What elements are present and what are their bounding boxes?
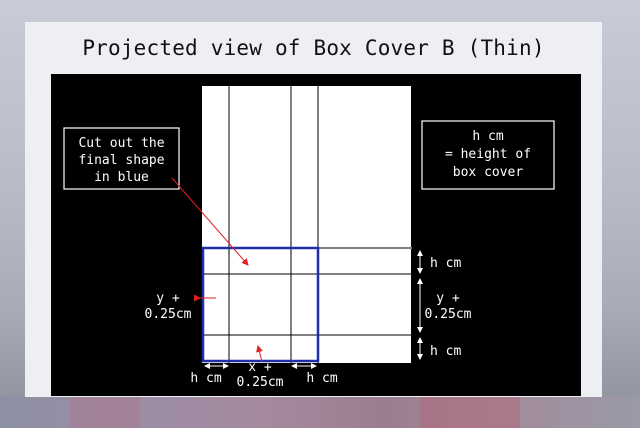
legend-line-1: h cm	[472, 129, 503, 144]
dim-right-middle-label-2: 0.25cm	[425, 307, 472, 322]
legend-line-3: box cover	[453, 165, 524, 180]
callout-line-3: in blue	[94, 170, 149, 185]
dim-right-top-label: h cm	[430, 256, 461, 271]
dim-right-bottom-label: h cm	[430, 344, 461, 359]
legend-line-2: = height of	[445, 147, 531, 162]
dim-bottom-right-label: h cm	[306, 371, 337, 386]
dim-center-bottom-label-2: 0.25cm	[237, 375, 284, 390]
dim-bottom-left-label: h cm	[190, 371, 221, 386]
dim-left-middle-label-2: 0.25cm	[145, 307, 192, 322]
callout-line-1: Cut out the	[78, 136, 164, 151]
diagram: Cut out the final shape in blue h cm = h…	[51, 74, 581, 396]
dim-left-middle-label-1: y +	[156, 291, 180, 306]
dim-right-middle-label-1: y +	[436, 291, 460, 306]
paper-sheet	[202, 86, 411, 363]
dim-center-bottom-label-1: x +	[248, 360, 272, 375]
callout-line-2: final shape	[78, 153, 164, 168]
